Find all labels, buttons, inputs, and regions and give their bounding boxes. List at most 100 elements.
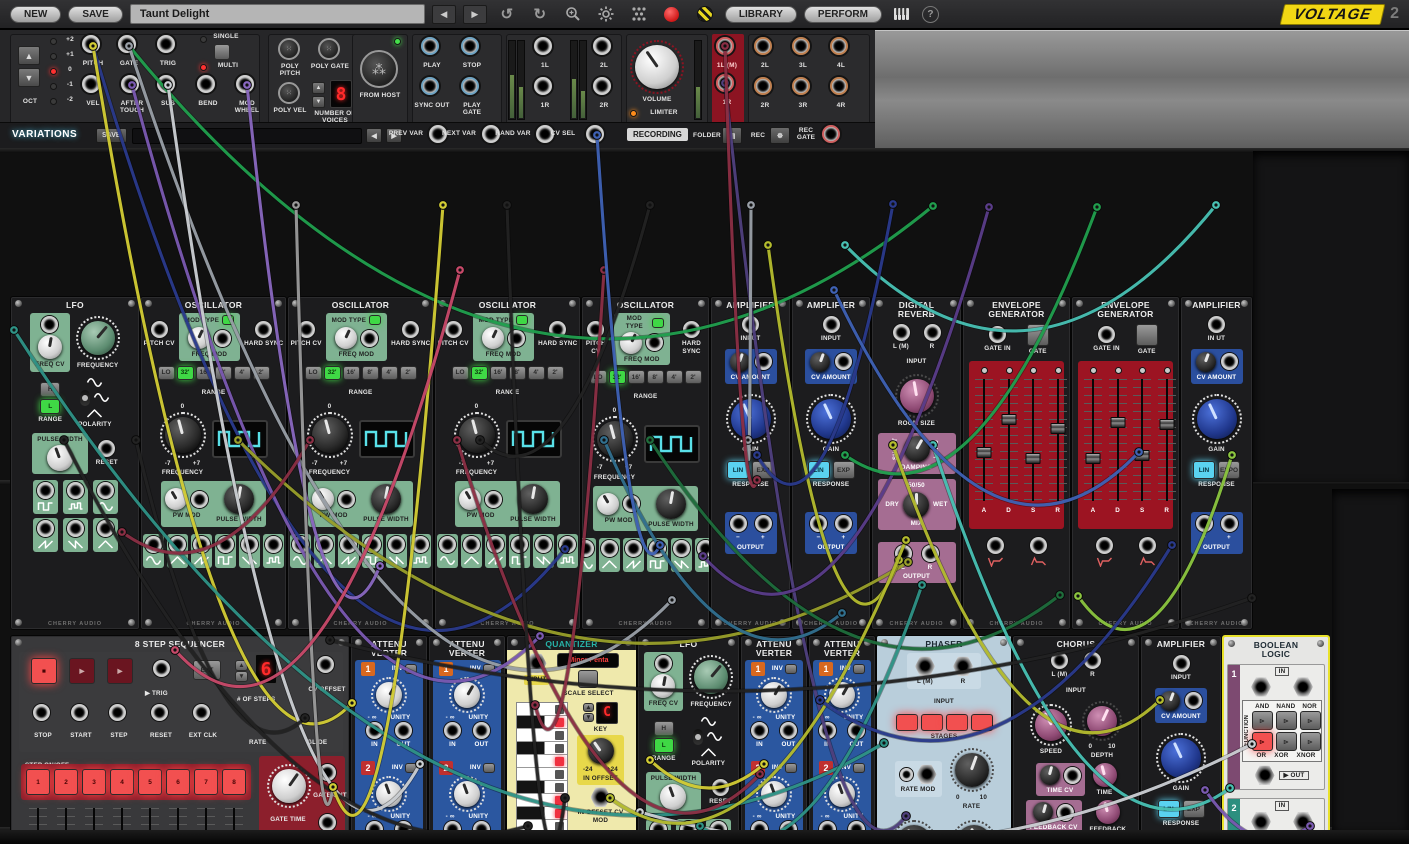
lfo-pulse-width-knob[interactable] (660, 784, 686, 810)
lfo-freq-cv-knob[interactable] (651, 674, 675, 698)
amp-input-jack[interactable] (1208, 316, 1225, 333)
osc-range-32'-button[interactable]: 32' (609, 370, 626, 384)
amp-gain-knob[interactable] (811, 399, 851, 439)
osc-pitch-cv-jack[interactable] (151, 321, 168, 338)
env-slider-A[interactable] (1084, 379, 1102, 501)
amp-out-plus-jack[interactable] (835, 515, 852, 532)
next-patch-button[interactable]: ▶ (463, 5, 487, 24)
kb2-BEND-jack[interactable] (197, 75, 215, 93)
amp-gain-knob[interactable] (1161, 738, 1201, 778)
quant-in-offset-cv-jack[interactable] (591, 787, 611, 807)
osc-range-2'-button[interactable]: 2' (400, 366, 417, 380)
osc-range-4'-button[interactable]: 4' (381, 366, 398, 380)
voices-down-button[interactable]: ▼ (312, 96, 325, 108)
amp-out-plus-jack[interactable] (1221, 515, 1238, 532)
osc-out-rnd-jack[interactable] (412, 536, 429, 553)
chorus-time-cv-knob[interactable] (1040, 765, 1060, 785)
osc-range-4'-button[interactable]: 4' (234, 366, 251, 380)
att-ch1-knob[interactable] (376, 682, 402, 708)
save-button[interactable]: SAVE (68, 6, 123, 23)
env-gate-button[interactable] (1136, 324, 1158, 346)
env-out-jack[interactable] (1030, 537, 1047, 554)
lfo-range-l-button[interactable]: L (654, 738, 674, 753)
osc-pitch-cv-jack[interactable] (298, 321, 315, 338)
rec-button[interactable]: ☸ (770, 127, 790, 144)
amp-input-jack[interactable] (823, 316, 840, 333)
kb2-MOD WHEEL-jack[interactable] (236, 75, 254, 93)
osc-out-sawu-jack[interactable] (340, 536, 357, 553)
lfo-out-sq-jack[interactable] (37, 482, 54, 499)
out-4L-jack[interactable] (830, 37, 848, 55)
quant-key-0[interactable] (517, 703, 567, 716)
osc-out-tri-jack[interactable] (316, 536, 333, 553)
env-slider-D[interactable] (1000, 379, 1018, 501)
att-ch2-knob[interactable] (376, 781, 402, 807)
osc-pw-mod-jack[interactable] (191, 491, 208, 508)
amp-cv-jack[interactable] (835, 353, 852, 370)
osc-out-tri-jack[interactable] (601, 540, 618, 557)
amp-input-jack[interactable] (1173, 655, 1190, 672)
record-icon[interactable] (659, 2, 685, 26)
amp-cv-jack[interactable] (755, 353, 772, 370)
amp-out-minus-jack[interactable] (810, 515, 827, 532)
bool-1-AND-button[interactable]: ⊳ (1252, 711, 1273, 730)
chorus-feedback-knob[interactable] (1096, 800, 1120, 824)
amp-out-minus-jack[interactable] (1196, 515, 1213, 532)
single-multi-switch[interactable] (214, 44, 230, 60)
env-slider-A[interactable] (975, 379, 993, 501)
out-2L-jack[interactable] (754, 37, 772, 55)
att-ch2-knob[interactable] (761, 781, 787, 807)
osc-pw-mod-jack[interactable] (338, 491, 355, 508)
lfo-polarity-switch[interactable] (693, 729, 703, 745)
chorus-time-knob[interactable] (1093, 763, 1117, 787)
env-slider-S[interactable] (1133, 379, 1151, 501)
phaser-rate-mod-jack[interactable] (900, 768, 913, 781)
osc-out-tri-jack[interactable] (169, 536, 186, 553)
osc-frequency-knob[interactable] (312, 417, 348, 453)
seq-step-jack[interactable] (109, 704, 126, 721)
chorus-in-l-jack[interactable] (1051, 652, 1068, 669)
new-button[interactable]: NEW (10, 6, 61, 23)
env-gate-in-jack[interactable] (1098, 326, 1115, 343)
amp-out-minus-jack[interactable] (730, 515, 747, 532)
osc-out-sawu-jack[interactable] (625, 540, 642, 557)
tuner-icon[interactable] (692, 2, 718, 26)
phaser-in-l-jack[interactable] (915, 656, 935, 676)
var-CV SEL-jack[interactable] (586, 125, 604, 143)
osc-pw-mod-jack[interactable] (485, 491, 502, 508)
out-2R-jack[interactable] (754, 77, 772, 95)
osc-freq-mod-knob[interactable] (620, 332, 642, 354)
osc-hard-sync-jack[interactable] (255, 321, 272, 338)
chorus-speed-knob[interactable] (1035, 709, 1067, 741)
reverb-room-size-knob[interactable] (900, 379, 934, 413)
seq-step-button[interactable]: ▶ (107, 658, 133, 684)
osc-range-16'-button[interactable]: 16' (628, 370, 645, 384)
osc-hard-sync-jack[interactable] (402, 321, 419, 338)
phaser-in-r-jack[interactable] (953, 656, 973, 676)
reverb-damping-knob[interactable] (904, 436, 930, 462)
osc-frequency-knob[interactable] (459, 417, 495, 453)
osc-pw-mod-knob[interactable] (459, 488, 481, 510)
out-3R-jack[interactable] (792, 77, 810, 95)
lfo-out-tri-jack[interactable] (97, 520, 114, 537)
bool-2-in2-jack[interactable] (1293, 812, 1313, 832)
att-ch1-knob[interactable] (454, 682, 480, 708)
osc-hard-sync-jack[interactable] (549, 321, 566, 338)
lfo-freq-cv-knob[interactable] (38, 335, 62, 359)
env-out-jack[interactable] (1139, 537, 1156, 554)
phaser-stage-0-button[interactable] (896, 714, 918, 731)
osc-pulse-width-knob[interactable] (371, 484, 401, 514)
osc-frequency-knob[interactable] (597, 421, 633, 457)
osc-out-sawd-jack[interactable] (388, 536, 405, 553)
osc-range-8'-button[interactable]: 8' (215, 366, 232, 380)
lfo-out-sine-jack[interactable] (97, 482, 114, 499)
lfo-reset-jack[interactable] (712, 779, 729, 796)
voices-up-button[interactable]: ▲ (312, 82, 325, 94)
osc-mod-type-button[interactable] (516, 315, 528, 325)
reverb-mix-knob[interactable] (903, 492, 929, 518)
play-jack[interactable] (421, 37, 439, 55)
bool-1-XOR-button[interactable]: ⊳ (1276, 732, 1297, 751)
amp-input-jack[interactable] (742, 316, 759, 333)
seq-step-7-button[interactable]: 7 (194, 769, 218, 795)
att-ch1-knob[interactable] (761, 682, 787, 708)
